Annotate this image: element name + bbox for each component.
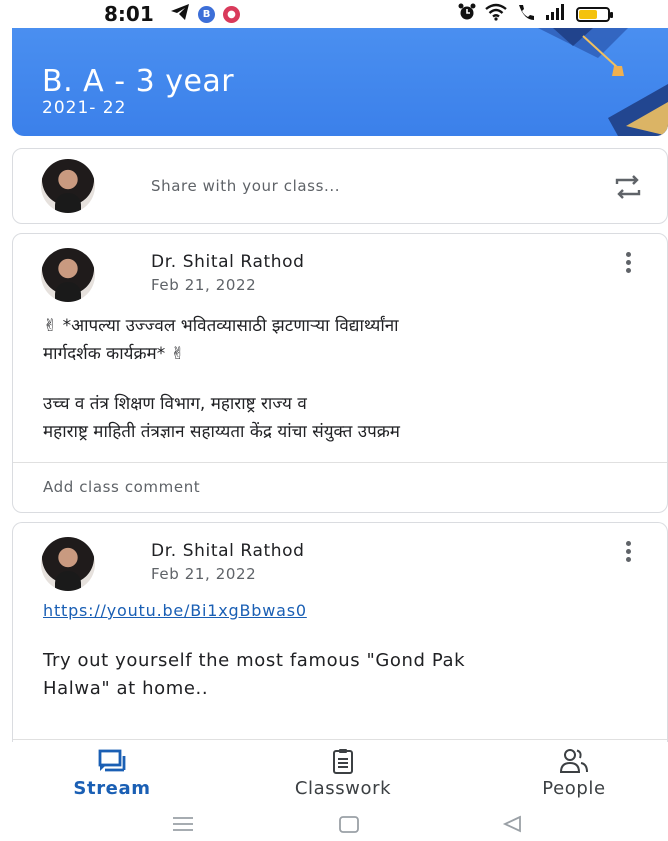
tab-classwork[interactable]: Classwork — [263, 742, 423, 802]
classwork-icon — [333, 749, 353, 774]
post-link[interactable]: https://youtu.be/Bi1xgBbwas0 — [43, 601, 307, 620]
graduation-cap-icon — [538, 28, 668, 136]
class-header-banner[interactable]: B. A - 3 year 2021- 22 — [12, 28, 668, 136]
wifi-icon — [485, 3, 507, 25]
tab-stream-label: Stream — [73, 778, 151, 799]
status-bar: 8:01 B ● — [0, 0, 668, 26]
tab-classwork-label: Classwork — [294, 778, 392, 799]
share-with-class-card[interactable]: Share with your class... — [12, 148, 668, 224]
tab-people-label: People — [542, 778, 606, 799]
status-time: 8:01 — [104, 2, 154, 26]
class-subtitle: 2021- 22 — [42, 98, 127, 118]
b-badge-icon: B — [198, 6, 215, 23]
post-line: Try out yourself the most famous "Gond P… — [43, 650, 466, 671]
tab-stream[interactable]: Stream — [32, 742, 192, 802]
avatar — [41, 248, 95, 302]
add-class-comment[interactable]: Add class comment — [43, 478, 200, 496]
post-body: Try out yourself the most famous "Gond P… — [43, 647, 643, 703]
post-date: Feb 21, 2022 — [151, 276, 257, 294]
telegram-icon — [170, 3, 190, 26]
menu-icon[interactable] — [170, 814, 196, 834]
status-left-icons: B ● — [170, 3, 240, 26]
avatar — [41, 159, 95, 213]
post-line: Halwa" at home.. — [43, 678, 209, 699]
system-navigation — [0, 806, 668, 841]
stream-post[interactable]: Dr. Shital Rathod Feb 21, 2022 ✌ *आपल्या… — [12, 233, 668, 513]
repost-icon[interactable] — [613, 174, 643, 200]
post-line: ✌ *आपल्या उज्ज्वल भवितव्यासाठी झटणाऱ्या … — [43, 316, 399, 336]
stream-post[interactable]: Dr. Shital Rathod Feb 21, 2022 https://y… — [12, 522, 668, 762]
bottom-navigation: Stream Classwork People — [0, 742, 668, 802]
post-author: Dr. Shital Rathod — [151, 541, 305, 561]
location-badge-icon: ● — [223, 6, 240, 23]
avatar — [41, 537, 95, 591]
stream-icon — [98, 749, 126, 772]
home-icon[interactable] — [336, 814, 362, 834]
back-icon[interactable] — [500, 814, 526, 834]
more-options-icon[interactable] — [619, 252, 637, 276]
people-icon — [559, 749, 588, 773]
status-right-icons — [458, 3, 613, 25]
divider — [13, 739, 667, 740]
alarm-icon — [458, 3, 476, 25]
post-line: उच्च व तंत्र शिक्षण विभाग, महाराष्ट्र रा… — [43, 394, 307, 414]
post-author: Dr. Shital Rathod — [151, 252, 305, 272]
tab-people[interactable]: People — [494, 742, 654, 802]
call-icon — [516, 3, 536, 25]
post-line: मार्गदर्शक कार्यक्रम* ✌ — [43, 344, 185, 364]
post-line: महाराष्ट्र माहिती तंत्रज्ञान सहाय्यता के… — [43, 422, 400, 442]
battery-icon — [576, 6, 613, 22]
post-body: ✌ *आपल्या उज्ज्वल भवितव्यासाठी झटणाऱ्या … — [43, 312, 643, 446]
more-options-icon[interactable] — [619, 541, 637, 565]
share-input[interactable]: Share with your class... — [151, 177, 340, 195]
post-date: Feb 21, 2022 — [151, 565, 257, 583]
class-title: B. A - 3 year — [42, 64, 235, 99]
signal-icon — [545, 4, 567, 24]
divider — [13, 462, 667, 463]
battery-fill — [579, 9, 597, 19]
